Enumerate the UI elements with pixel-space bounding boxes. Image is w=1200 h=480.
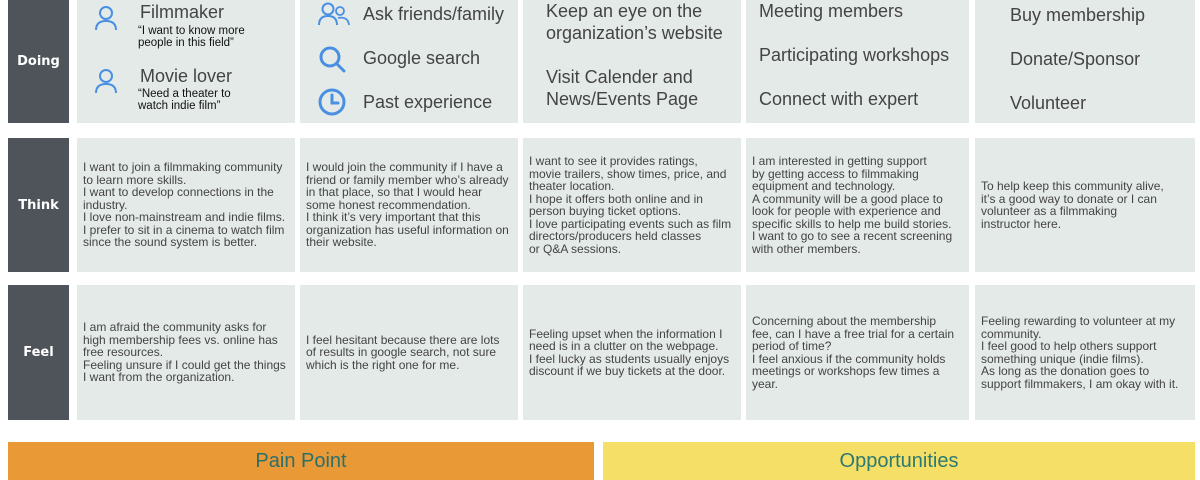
persona-name: Movie lover (140, 66, 233, 86)
engage-action: Connect with expert (759, 89, 919, 109)
user-icon (95, 6, 117, 31)
channel-label: Google search (363, 48, 481, 68)
think-text: To help keep this community alive, it’s … (981, 179, 1164, 231)
persona-quote: “Need a theater to watch indie film” (138, 88, 231, 112)
opportunities-bar: Opportunities (603, 442, 1195, 480)
think-cell: To help keep this community alive, it’s … (975, 138, 1195, 272)
row-label-feel: Feel (8, 285, 69, 420)
row-label-think: Think (8, 138, 69, 272)
engage-action: Meeting members (759, 1, 904, 21)
feel-text: Concerning about the membership fee, can… (752, 314, 955, 391)
users-icon (318, 2, 350, 26)
channel-label: Ask friends/family (363, 4, 505, 24)
channel-label: Past experience (363, 92, 493, 112)
feel-cell: Feeling rewarding to volunteer at my com… (975, 285, 1195, 420)
feel-cell: Concerning about the membership fee, can… (746, 285, 969, 420)
feel-cell: I feel hesitant because there are lots o… (300, 285, 518, 420)
think-text: I am interested in getting support by ge… (752, 154, 953, 256)
persona-name: Filmmaker (140, 2, 224, 22)
think-text: I want to see it provides ratings, movie… (529, 154, 732, 256)
clock-icon (318, 88, 346, 116)
feel-cell: Feeling upset when the information I nee… (523, 285, 741, 420)
think-text: I want to join a filmmaking community to… (83, 160, 286, 250)
think-cell: I want to join a filmmaking community to… (77, 138, 295, 272)
doing-support-cell: Buy membership Donate/Sponsor Volunteer (975, 0, 1195, 123)
feel-text: Feeling rewarding to volunteer at my com… (981, 314, 1179, 391)
support-action: Donate/Sponsor (1010, 49, 1141, 69)
engage-action: Participating workshops (759, 45, 950, 65)
support-action: Volunteer (1010, 93, 1087, 113)
user-icon (95, 69, 117, 94)
feel-text: Feeling upset when the information I nee… (529, 326, 730, 378)
persona-quote: “I want to know more people in this fiel… (138, 25, 245, 49)
website-action: Visit Calender and News/Events Page (546, 67, 699, 109)
support-action: Buy membership (1010, 5, 1146, 25)
doing-channels-cell: Ask friends/family Google search Past ex… (300, 0, 518, 123)
think-cell: I am interested in getting support by ge… (746, 138, 969, 272)
doing-personas-cell: Filmmaker “I want to know more people in… (77, 0, 295, 123)
feel-text: I am afraid the community asks for high … (83, 320, 286, 385)
doing-engage-cell: Meeting members Participating workshops … (746, 0, 969, 123)
pain-point-bar: Pain Point (8, 442, 594, 480)
feel-text: I feel hesitant because there are lots o… (306, 332, 500, 372)
think-cell: I want to see it provides ratings, movie… (523, 138, 741, 272)
feel-cell: I am afraid the community asks for high … (77, 285, 295, 420)
search-icon (319, 46, 346, 73)
think-cell: I would join the community if I have a f… (300, 138, 518, 272)
think-text: I would join the community if I have a f… (306, 160, 509, 250)
doing-website-cell: Keep an eye on the organization’s websit… (523, 0, 741, 123)
website-action: Keep an eye on the organization’s websit… (546, 1, 723, 43)
row-label-doing: Doing (8, 0, 69, 123)
